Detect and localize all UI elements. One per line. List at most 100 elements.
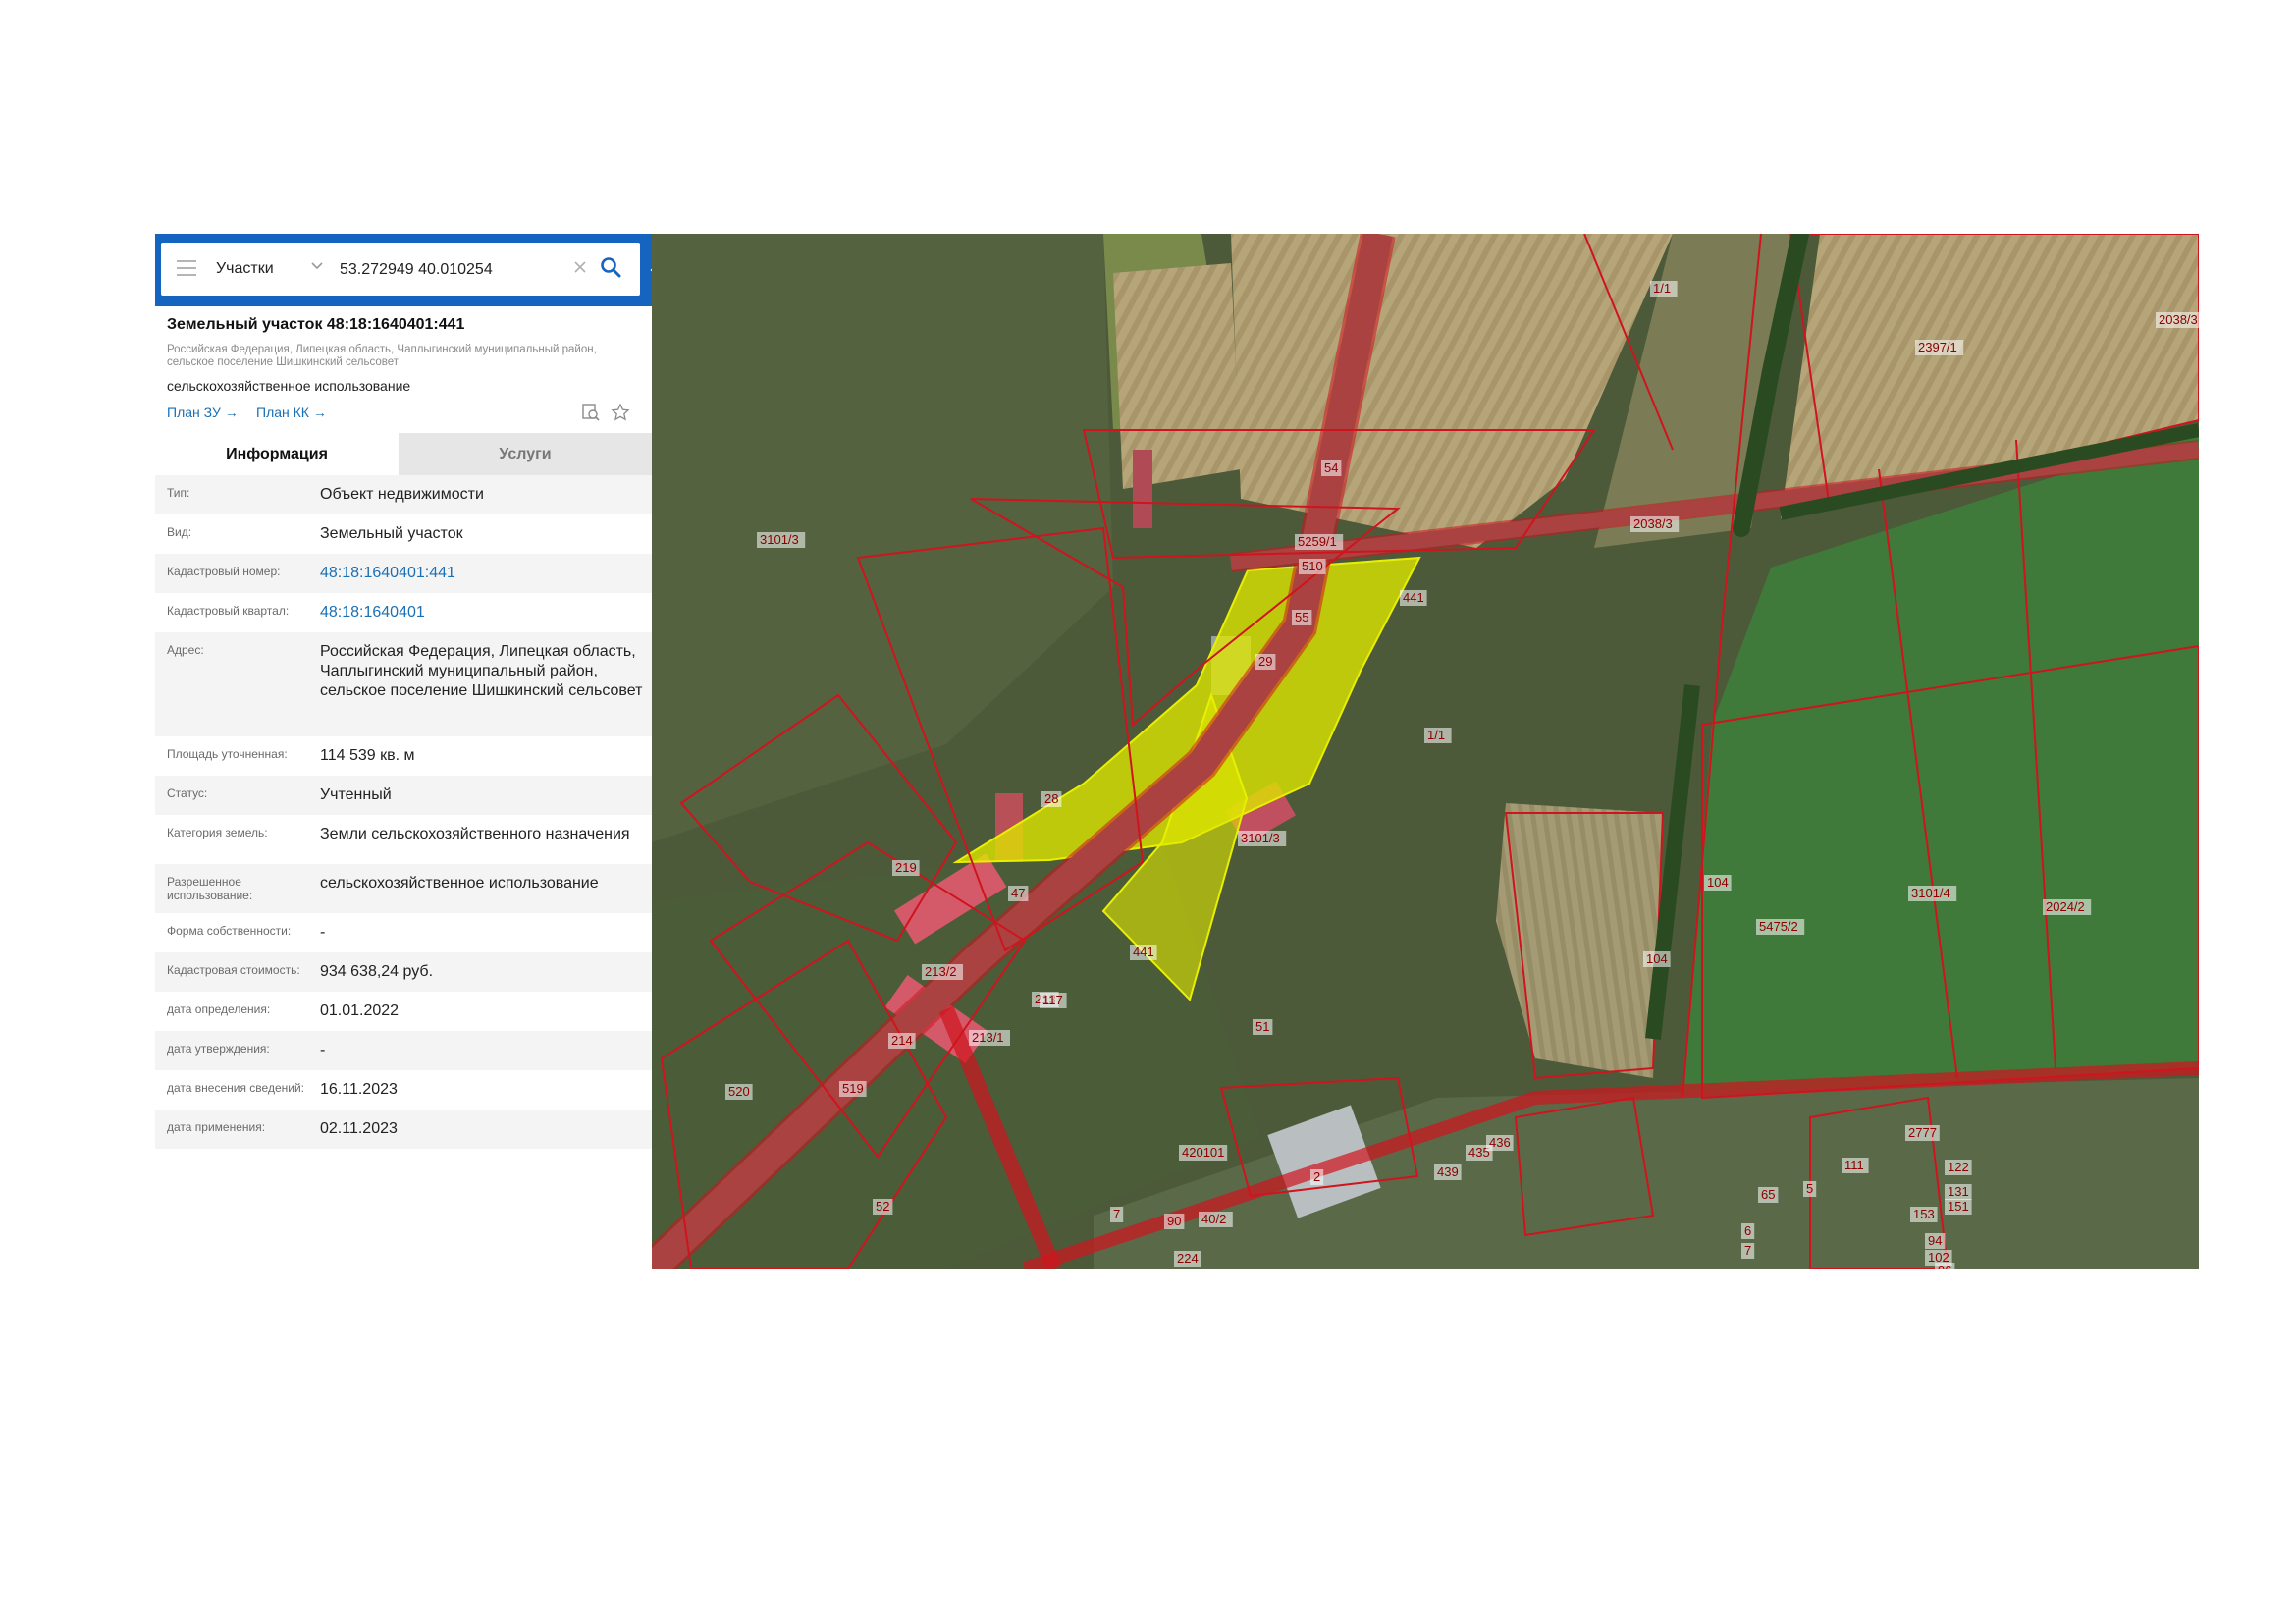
parcel-label[interactable]: 2038/3 — [2159, 312, 2198, 327]
parcel-label[interactable]: 5 — [1806, 1181, 1813, 1196]
info-row: Статус: Учтенный — [155, 776, 652, 815]
parcel-label[interactable]: 29 — [1258, 654, 1272, 669]
close-icon[interactable] — [571, 258, 589, 276]
parcel-label[interactable]: 214 — [891, 1033, 913, 1048]
parcel-label[interactable]: 2038/3 — [1633, 516, 1673, 531]
parcel-label[interactable]: 224 — [1177, 1251, 1199, 1266]
parcel-label[interactable]: 55 — [1295, 610, 1308, 624]
tab-info[interactable]: Информация — [155, 433, 399, 475]
info-row-link[interactable]: 48:18:1640401:441 — [320, 565, 455, 581]
parcel-label[interactable]: 111 — [1844, 1158, 1864, 1172]
layer-select[interactable]: Участки — [216, 243, 274, 296]
parcel-label[interactable]: 104 — [1707, 875, 1729, 890]
parcel-label[interactable]: 519 — [842, 1081, 864, 1096]
info-row: Кадастровый квартал: 48:18:1640401 — [155, 593, 652, 632]
parcel-label[interactable]: 7 — [1744, 1243, 1751, 1258]
plan-zu-link[interactable]: План ЗУ → — [167, 405, 239, 420]
parcel-label[interactable]: 94 — [1928, 1233, 1942, 1248]
info-row-value: сельскохозяйственное использование — [320, 875, 599, 892]
parcel-label[interactable]: 1/1 — [1427, 728, 1445, 742]
parcel-label[interactable]: 7 — [1113, 1207, 1120, 1221]
info-row-label: Кадастровый номер: — [167, 565, 281, 578]
info-row-value: Учтенный — [320, 786, 392, 803]
menu-icon[interactable] — [177, 260, 196, 278]
parcel-label[interactable]: 213/1 — [972, 1030, 1004, 1045]
parcel-title: Земельный участок 48:18:1640401:441 — [167, 316, 465, 333]
parcel-label[interactable]: 441 — [1133, 945, 1154, 959]
chevron-down-icon[interactable] — [308, 256, 326, 274]
info-table: Тип: Объект недвижимости Вид: Земельный уча… — [155, 475, 652, 1149]
info-row: Адрес: Российская Федерация, Липецкая обл… — [155, 632, 652, 736]
star-icon[interactable] — [611, 403, 630, 422]
info-row-value: 48:18:1640401 — [320, 593, 652, 632]
parcel-label[interactable]: 1/1 — [1653, 281, 1671, 296]
parcel-address: Российская Федерация, Липецкая область, … — [167, 344, 597, 368]
parcel-label[interactable]: 96 — [1938, 1263, 1951, 1269]
info-row-label: Разрешенное использование: — [167, 875, 253, 902]
info-panel: Участки Земельный участок 48:18:1640401:… — [155, 234, 670, 1166]
search-input[interactable] — [338, 252, 567, 288]
info-row-value: 16.11.2023 — [320, 1081, 398, 1098]
parcel-label[interactable]: 2777 — [1908, 1125, 1937, 1140]
map-view[interactable]: 3101/3 1/1 2038/3 2038/3 2397/1 54 5259/1 510 55… — [652, 234, 2199, 1269]
info-row-value: 114 539 кв. м — [320, 747, 415, 764]
parcel-label[interactable]: 151 — [1948, 1199, 1969, 1214]
info-row-value: 48:18:1640401:441 — [320, 554, 652, 593]
info-row-label: Категория земель: — [167, 826, 268, 839]
parcel-label[interactable]: 510 — [1302, 559, 1323, 573]
parcel-label[interactable]: 3101/4 — [1911, 886, 1950, 900]
parcel-label[interactable]: 5259/1 — [1298, 534, 1337, 549]
parcel-label[interactable]: 6 — [1744, 1223, 1751, 1238]
parcel-label[interactable]: 441 — [1403, 590, 1424, 605]
zoom-to-parcel-icon[interactable] — [581, 403, 601, 422]
info-row-value: - — [320, 924, 326, 941]
parcel-label[interactable]: 3101/3 — [760, 532, 799, 547]
search-icon[interactable] — [599, 255, 622, 279]
info-row: дата внесения сведений: 16.11.2023 — [155, 1070, 652, 1110]
parcel-label[interactable]: 2024/2 — [2046, 899, 2085, 914]
parcel-label[interactable]: 104 — [1646, 951, 1668, 966]
tab-bar: Информация Услуги — [155, 433, 652, 475]
parcel-label[interactable]: 2397/1 — [1918, 340, 1957, 354]
parcel-label[interactable]: 52 — [876, 1199, 889, 1214]
plan-kk-link[interactable]: План КК → — [256, 405, 327, 420]
info-row-value: Объект недвижимости — [320, 486, 484, 503]
parcel-label[interactable]: 51 — [1255, 1019, 1269, 1034]
info-row-label: дата внесения сведений: — [167, 1081, 304, 1095]
info-row: Тип: Объект недвижимости — [155, 475, 652, 514]
parcel-label[interactable]: 520 — [728, 1084, 750, 1099]
parcel-label[interactable]: 65 — [1761, 1187, 1775, 1202]
parcel-label[interactable]: 47 — [1011, 886, 1025, 900]
parcel-usage: сельскохозяйственное использование — [167, 378, 411, 394]
parcel-label[interactable]: 122 — [1948, 1160, 1969, 1174]
info-row: Кадастровый номер: 48:18:1640401:441 — [155, 554, 652, 593]
parcel-label[interactable]: 117 — [1042, 993, 1063, 1007]
parcel-label[interactable]: 213/2 — [925, 964, 957, 979]
parcel-label[interactable]: 3101/3 — [1241, 831, 1280, 845]
tab-services[interactable]: Услуги — [399, 433, 652, 475]
info-row-label: Адрес: — [167, 643, 204, 657]
info-row: дата применения: 02.11.2023 — [155, 1110, 652, 1149]
info-row: Вид: Земельный участок — [155, 514, 652, 554]
info-row-label: Статус: — [167, 786, 208, 800]
parcel-label[interactable]: 436 — [1489, 1135, 1511, 1150]
parcel-label[interactable]: 420101 — [1182, 1145, 1224, 1160]
parcel-label[interactable]: 54 — [1324, 460, 1338, 475]
parcel-label[interactable]: 2 — [1313, 1169, 1320, 1184]
satellite-map[interactable]: 3101/31/12038/32038/32397/1545259/151055… — [652, 234, 2199, 1269]
parcel-label[interactable]: 219 — [895, 860, 917, 875]
info-row-label: дата применения: — [167, 1120, 266, 1134]
parcel-label[interactable]: 153 — [1913, 1207, 1935, 1221]
info-row-label: Тип: — [167, 486, 190, 500]
parcel-label[interactable]: 28 — [1044, 791, 1058, 806]
parcel-label[interactable]: 439 — [1437, 1164, 1459, 1179]
info-row-value: 01.01.2022 — [320, 1002, 400, 1019]
parcel-label[interactable]: 131 — [1948, 1184, 1969, 1199]
info-row-link[interactable]: 48:18:1640401 — [320, 604, 425, 621]
parcel-label[interactable]: 90 — [1167, 1214, 1181, 1228]
info-row: дата утверждения: - — [155, 1031, 652, 1070]
parcel-label[interactable]: 5475/2 — [1759, 919, 1798, 934]
parcel-label[interactable]: 40/2 — [1201, 1212, 1226, 1226]
info-row-label: дата утверждения: — [167, 1042, 270, 1056]
info-row-value: Российская Федерация, Липецкая область, … — [320, 643, 643, 699]
